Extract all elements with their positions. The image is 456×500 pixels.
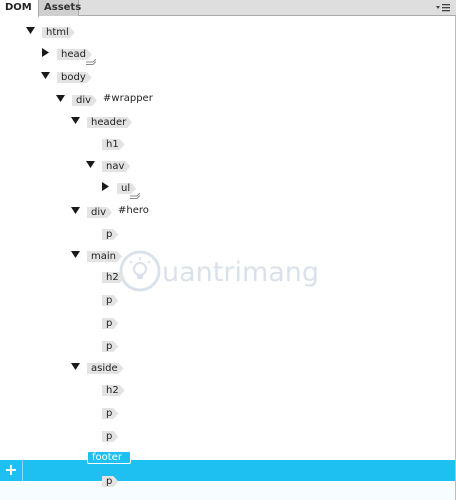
expand-arrow-icon[interactable] — [84, 158, 96, 170]
element-identifier: #hero — [118, 204, 149, 216]
tree-node-main[interactable]: main — [69, 246, 122, 262]
tag-pill[interactable]: main — [87, 244, 122, 264]
tag-pill[interactable]: h1 — [102, 132, 125, 152]
tag-label: p — [102, 295, 118, 306]
tag-label: h2 — [102, 272, 125, 283]
tag-pill[interactable]: p — [102, 469, 118, 489]
tab-assets[interactable]: Assets — [39, 0, 81, 16]
tree-node-body[interactable]: body — [39, 67, 92, 83]
tag-pill[interactable]: head — [57, 42, 96, 65]
tree-node-html[interactable]: html — [24, 22, 75, 38]
tag-pill[interactable]: footer — [87, 445, 131, 465]
tag-label: header — [87, 117, 132, 128]
element-identifier: #wrapper — [103, 92, 153, 104]
tag-label: p — [102, 318, 118, 329]
expand-arrow-icon[interactable] — [69, 114, 81, 126]
tag-pill[interactable]: p — [102, 334, 118, 354]
selection-divider — [22, 460, 23, 481]
tag-pill[interactable]: ul — [117, 176, 141, 199]
tag-label: body — [57, 72, 92, 83]
tree-node-footer[interactable]: footer — [69, 445, 131, 465]
tree-node-p[interactable]: p — [84, 224, 118, 240]
collapse-arrow-icon[interactable] — [99, 180, 111, 192]
tag-label: h2 — [102, 385, 125, 396]
tree-node-p[interactable]: p — [84, 403, 118, 419]
tag-label: nav — [102, 161, 130, 172]
expand-arrow-icon[interactable] — [69, 204, 81, 216]
expand-arrow-icon[interactable] — [54, 92, 66, 104]
tag-pill[interactable]: div — [87, 200, 112, 220]
tag-label: p — [102, 431, 118, 442]
tag-label: p — [102, 341, 118, 352]
selected-row-highlight: + — [0, 460, 455, 481]
tag-label: html — [42, 27, 75, 38]
tag-label: footer — [87, 451, 131, 464]
tree-node-p[interactable]: p — [84, 336, 118, 352]
tag-pill[interactable]: aside — [87, 356, 124, 376]
dom-panel: DOM Assets + uantrimang html head body div #… — [0, 0, 456, 500]
watermark-logo: uantrimang — [119, 250, 319, 292]
tree-node-p[interactable]: p — [84, 471, 118, 487]
tag-pill[interactable]: p — [102, 311, 118, 331]
panel-tab-bar: DOM Assets — [0, 0, 456, 17]
tag-pill[interactable]: html — [42, 20, 75, 40]
tree-node-head[interactable]: head — [39, 42, 96, 65]
tag-label: h1 — [102, 139, 125, 150]
add-element-button[interactable]: + — [4, 462, 18, 478]
tree-node-div[interactable]: div #hero — [69, 202, 149, 218]
tree-node-div[interactable]: div #wrapper — [54, 90, 153, 106]
tree-lower-area — [0, 481, 455, 500]
tag-label: p — [102, 229, 118, 240]
tag-pill[interactable]: p — [102, 424, 118, 444]
svg-text:uantrimang: uantrimang — [162, 257, 319, 288]
dom-tree: + uantrimang html head body div #wrapper head… — [0, 17, 455, 500]
tag-label: p — [102, 476, 118, 487]
expand-arrow-icon[interactable] — [69, 360, 81, 372]
tree-node-header[interactable]: header — [69, 112, 132, 128]
expand-arrow-icon[interactable] — [24, 24, 36, 36]
collapse-arrow-icon[interactable] — [39, 46, 51, 58]
tree-node-aside[interactable]: aside — [69, 358, 124, 374]
tag-label: p — [102, 408, 118, 419]
tag-pill[interactable]: div — [72, 88, 97, 108]
tree-node-p[interactable]: p — [84, 313, 118, 329]
tag-pill[interactable]: h2 — [102, 378, 125, 398]
tag-label: aside — [87, 363, 124, 374]
tag-pill[interactable]: h2 — [102, 265, 125, 285]
tag-pill[interactable]: p — [102, 288, 118, 308]
tag-pill[interactable]: p — [102, 222, 118, 242]
expand-arrow-icon[interactable] — [39, 69, 51, 81]
tree-node-nav[interactable]: nav — [84, 156, 130, 172]
tag-label: div — [87, 207, 112, 218]
tree-node-h2[interactable]: h2 — [84, 380, 125, 396]
expand-arrow-icon[interactable] — [69, 248, 81, 260]
tab-dom[interactable]: DOM — [0, 0, 39, 17]
tag-label: main — [87, 251, 122, 262]
tag-label: div — [72, 95, 97, 106]
tree-node-h1[interactable]: h1 — [84, 134, 125, 150]
collapsed-children-icon — [130, 193, 141, 199]
tree-node-h2[interactable]: h2 — [84, 267, 125, 283]
tag-pill[interactable]: header — [87, 110, 132, 130]
tree-node-p[interactable]: p — [84, 426, 118, 442]
tree-node-p[interactable]: p — [84, 290, 118, 306]
tag-pill[interactable]: body — [57, 65, 92, 85]
tag-pill[interactable]: nav — [102, 154, 130, 174]
expand-arrow-icon[interactable] — [69, 449, 81, 461]
tag-pill[interactable]: p — [102, 401, 118, 421]
tree-node-ul[interactable]: ul — [99, 176, 141, 199]
panel-menu-icon[interactable] — [436, 2, 450, 14]
